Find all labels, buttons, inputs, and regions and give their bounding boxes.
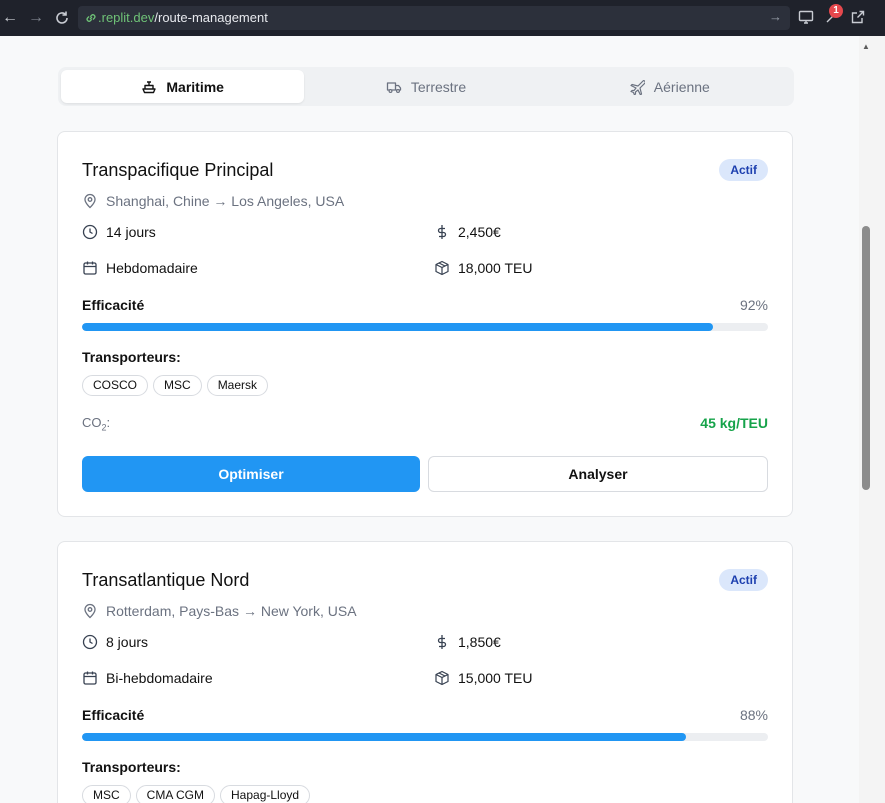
price: 2,450€ bbox=[434, 224, 501, 240]
price: 1,850€ bbox=[434, 634, 501, 650]
route-title: Transatlantique Nord bbox=[82, 570, 250, 590]
tab-label: Aérienne bbox=[653, 78, 710, 95]
scroll-up-arrow-icon[interactable]: ▲ bbox=[862, 42, 870, 51]
price-text: 2,450€ bbox=[458, 224, 501, 240]
efficiency-value: 88% bbox=[739, 707, 768, 723]
url-text: .replit.dev/route-management bbox=[98, 10, 268, 25]
analyze-button[interactable]: Analyser bbox=[428, 456, 768, 492]
calendar-icon bbox=[83, 261, 97, 275]
carrier-chip: MSC bbox=[82, 785, 131, 803]
status-badge: Actif bbox=[719, 159, 768, 181]
ship-icon bbox=[142, 80, 157, 93]
plane-icon bbox=[630, 79, 645, 95]
tab-label: Maritime bbox=[166, 78, 224, 95]
calendar-icon bbox=[83, 671, 97, 685]
status-badge: Actif bbox=[719, 569, 768, 591]
duration-text: 14 jours bbox=[106, 224, 156, 240]
carrier-chips: COSCO MSC Maersk bbox=[82, 375, 269, 396]
notification-badge: 1 bbox=[829, 4, 843, 18]
external-link-icon[interactable] bbox=[850, 9, 866, 25]
reload-icon[interactable] bbox=[54, 10, 70, 26]
route-text: Rotterdam, Pays-Bas → New York, USA bbox=[106, 603, 357, 619]
efficiency-value: 92% bbox=[739, 297, 768, 313]
capacity-text: 15,000 TEU bbox=[458, 670, 533, 686]
carrier-chip: COSCO bbox=[82, 375, 149, 396]
address-bar[interactable]: .replit.dev/route-management → bbox=[78, 6, 790, 30]
optimize-button[interactable]: Optimiser bbox=[82, 456, 420, 492]
clock-icon bbox=[82, 634, 98, 650]
co2-label: CO2: bbox=[82, 415, 111, 433]
carriers-label: Transporteurs: bbox=[82, 349, 181, 365]
efficiency-bar bbox=[82, 733, 768, 741]
tab-terrestre[interactable]: Terrestre bbox=[304, 70, 547, 103]
duration: 14 jours bbox=[82, 224, 156, 240]
efficiency-bar-fill bbox=[82, 323, 714, 331]
monitor-icon[interactable] bbox=[798, 9, 814, 25]
link-icon bbox=[86, 14, 96, 22]
efficiency-bar bbox=[82, 323, 768, 331]
tab-label: Terrestre bbox=[410, 78, 467, 95]
carrier-chip: Hapag-Lloyd bbox=[220, 785, 311, 803]
co2-value: 45 kg/TEU bbox=[700, 415, 768, 431]
truck-icon bbox=[386, 81, 402, 93]
capacity-text: 18,000 TEU bbox=[458, 260, 533, 276]
dollar-icon bbox=[437, 635, 447, 649]
tab-maritime[interactable]: Maritime bbox=[61, 70, 305, 103]
capacity: 18,000 TEU bbox=[434, 260, 532, 276]
carrier-chip: Maersk bbox=[206, 375, 269, 396]
frequency-text: Hebdomadaire bbox=[106, 260, 198, 276]
go-arrow-icon[interactable]: → bbox=[769, 9, 782, 24]
package-icon bbox=[435, 670, 449, 686]
frequency-text: Bi-hebdomadaire bbox=[106, 670, 213, 686]
map-pin-icon bbox=[84, 193, 96, 209]
route-card: Transpacifique Principal Actif Shanghai,… bbox=[57, 131, 793, 517]
route-path: Shanghai, Chine → Los Angeles, USA bbox=[82, 193, 344, 209]
duration: 8 jours bbox=[82, 634, 148, 650]
efficiency-label: Efficacité bbox=[82, 707, 145, 723]
browser-toolbar: ← → .replit.dev/route-management → 1 bbox=[0, 0, 885, 36]
transport-mode-tabs: Maritime Terrestre Aérienne bbox=[58, 67, 794, 106]
clock-icon bbox=[82, 224, 98, 240]
frequency: Hebdomadaire bbox=[82, 260, 198, 276]
route-card: Transatlantique Nord Actif Rotterdam, Pa… bbox=[57, 541, 793, 803]
map-pin-icon bbox=[84, 603, 96, 619]
dollar-icon bbox=[437, 225, 447, 239]
route-path: Rotterdam, Pays-Bas → New York, USA bbox=[82, 603, 357, 619]
frequency: Bi-hebdomadaire bbox=[82, 670, 213, 686]
duration-text: 8 jours bbox=[106, 634, 149, 650]
back-arrow-icon[interactable]: ← bbox=[2, 9, 18, 27]
package-icon bbox=[435, 260, 449, 276]
forward-arrow-icon[interactable]: → bbox=[28, 9, 44, 27]
carrier-chip: CMA CGM bbox=[135, 785, 216, 803]
price-text: 1,850€ bbox=[458, 634, 501, 650]
efficiency-label: Efficacité bbox=[82, 297, 145, 313]
efficiency-bar-fill bbox=[82, 733, 686, 741]
tab-aerienne[interactable]: Aérienne bbox=[548, 70, 791, 103]
capacity: 15,000 TEU bbox=[434, 670, 532, 686]
carrier-chip: MSC bbox=[153, 375, 202, 396]
scrollbar-thumb[interactable] bbox=[862, 226, 870, 490]
carrier-chips: MSC CMA CGM Hapag-Lloyd bbox=[82, 785, 311, 803]
route-text: Shanghai, Chine → Los Angeles, USA bbox=[106, 193, 345, 209]
carriers-label: Transporteurs: bbox=[82, 759, 181, 775]
route-title: Transpacifique Principal bbox=[82, 160, 274, 180]
